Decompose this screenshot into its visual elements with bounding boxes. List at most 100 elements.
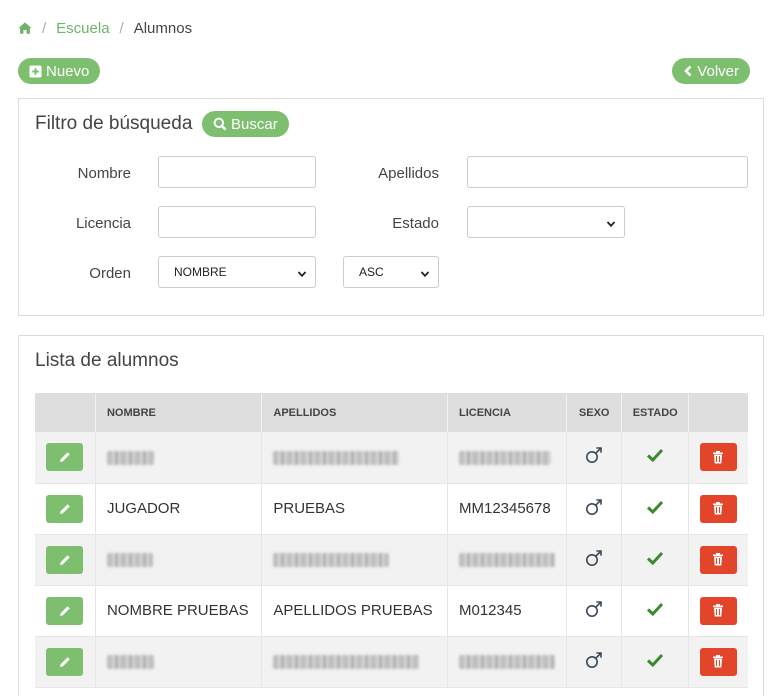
filter-panel-title: Filtro de búsqueda <box>35 113 193 134</box>
edit-cell <box>35 636 96 687</box>
edit-cell <box>35 432 96 483</box>
estado-cell <box>621 432 689 483</box>
edit-button[interactable] <box>46 443 84 472</box>
estado-cell <box>621 483 689 534</box>
orden-select[interactable]: NOMBRE <box>158 256 316 288</box>
sexo-cell <box>566 432 623 483</box>
search-button[interactable]: Buscar <box>202 111 289 137</box>
apellidos-cell: APELLIDOS PRUEBAS <box>261 585 448 636</box>
back-button[interactable]: Volver <box>672 58 750 84</box>
sexo-cell <box>566 483 623 534</box>
sexo-cell <box>566 585 623 636</box>
redacted-text <box>273 553 390 568</box>
column-header-nombre[interactable]: NOMBRE <box>95 393 263 432</box>
nombre-input[interactable] <box>158 156 316 188</box>
licencia-cell: M012345 <box>447 585 567 636</box>
table-row <box>35 534 748 585</box>
search-button-label: Buscar <box>231 115 278 133</box>
delete-button[interactable] <box>699 596 737 625</box>
breadcrumb-separator: / <box>119 19 124 37</box>
check-icon <box>647 551 664 565</box>
pencil-icon <box>59 605 70 616</box>
orden-label: Orden <box>89 265 131 282</box>
edit-button[interactable] <box>46 647 84 676</box>
male-icon <box>586 600 603 617</box>
breadcrumb-link-escuela[interactable]: Escuela <box>56 20 109 37</box>
apellidos-input[interactable] <box>467 156 748 188</box>
redacted-text <box>106 655 154 670</box>
back-button-label: Volver <box>697 62 739 80</box>
chevron-down-icon <box>420 268 430 278</box>
delete-button[interactable] <box>699 545 737 574</box>
redacted-text <box>273 655 420 670</box>
breadcrumb: / Escuela / Alumnos <box>18 18 192 38</box>
delete-button[interactable] <box>699 443 737 472</box>
estado-cell <box>621 585 689 636</box>
redacted-text <box>458 655 555 670</box>
apellidos-cell <box>261 534 448 585</box>
delete-cell <box>688 585 748 636</box>
breadcrumb-separator: / <box>42 19 47 37</box>
column-header-sexo[interactable]: SEXO <box>566 393 623 432</box>
estado-cell <box>621 534 689 585</box>
column-header-estado[interactable]: ESTADO <box>621 393 689 432</box>
nombre-cell <box>95 534 263 585</box>
nombre-cell: NOMBRE PRUEBAS <box>95 585 263 636</box>
check-icon <box>647 500 664 514</box>
nombre-cell <box>95 636 263 687</box>
licencia-label: Licencia <box>75 215 131 232</box>
edit-button[interactable] <box>46 494 84 523</box>
column-header-apellidos[interactable]: APELLIDOS <box>261 393 448 432</box>
pencil-icon <box>59 452 70 463</box>
delete-button[interactable] <box>699 647 737 676</box>
trash-icon <box>713 604 724 617</box>
list-panel-title: Lista de alumnos <box>35 350 179 371</box>
trash-icon <box>713 450 724 464</box>
table-row: JUGADOR PRUEBAS MM12345678 <box>35 483 748 534</box>
apellidos-cell <box>261 432 448 483</box>
edit-button[interactable] <box>46 596 84 625</box>
new-button[interactable]: Nuevo <box>18 58 101 84</box>
edit-cell <box>35 534 96 585</box>
check-icon <box>647 653 664 667</box>
pencil-icon <box>59 656 70 667</box>
table-header-row: NOMBRE APELLIDOS LICENCIA SEXO ESTADO <box>35 393 748 432</box>
orden-select-value: NOMBRE <box>174 265 227 279</box>
male-icon <box>586 447 603 464</box>
table-row <box>35 432 748 483</box>
redacted-text <box>458 553 555 568</box>
trash-icon <box>713 655 724 668</box>
order-direction-select[interactable]: ASC <box>343 256 439 288</box>
apellidos-cell: PRUEBAS <box>261 483 448 534</box>
delete-cell <box>688 483 748 534</box>
trash-icon <box>713 502 724 515</box>
new-button-label: Nuevo <box>46 62 90 80</box>
redacted-text <box>273 450 400 465</box>
delete-cell <box>688 636 748 687</box>
trash-icon <box>713 553 724 566</box>
nombre-label: Nombre <box>77 165 131 182</box>
licencia-input[interactable] <box>158 206 316 238</box>
search-icon <box>213 117 227 131</box>
edit-button[interactable] <box>46 545 84 574</box>
estado-select[interactable] <box>467 206 625 238</box>
check-icon <box>647 449 664 463</box>
apellidos-cell <box>261 636 448 687</box>
table-row: NOMBRE PRUEBAS APELLIDOS PRUEBAS M012345 <box>35 585 748 636</box>
students-table: NOMBRE APELLIDOS LICENCIA SEXO ESTADO JU… <box>35 393 748 688</box>
redacted-text <box>106 553 153 568</box>
column-header-licencia[interactable]: LICENCIA <box>447 393 567 432</box>
table-row <box>35 636 748 687</box>
nombre-cell <box>95 432 263 483</box>
male-icon <box>586 651 603 668</box>
estado-cell <box>621 636 689 687</box>
order-direction-value: ASC <box>359 265 384 279</box>
redacted-text <box>106 450 154 465</box>
male-icon <box>586 549 603 566</box>
home-icon[interactable] <box>18 21 32 35</box>
redacted-text <box>458 450 551 465</box>
licencia-cell <box>447 636 567 687</box>
delete-cell <box>688 534 748 585</box>
sexo-cell <box>566 534 623 585</box>
delete-button[interactable] <box>699 494 737 523</box>
